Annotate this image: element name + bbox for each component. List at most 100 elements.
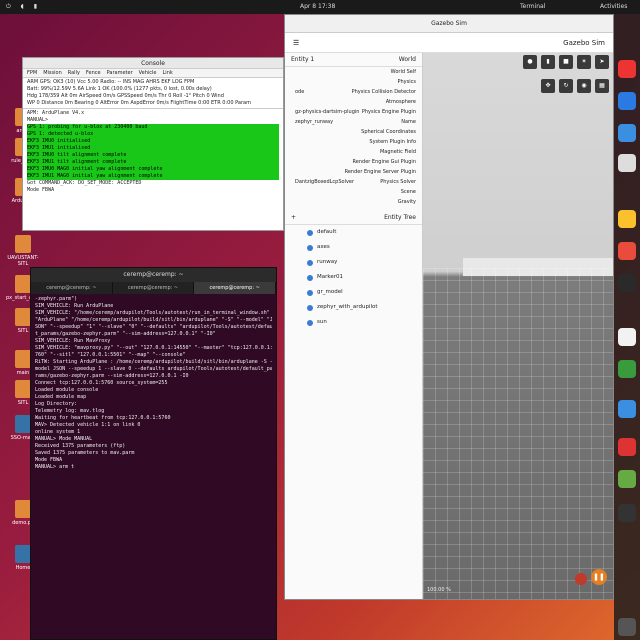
app-green-icon[interactable] (618, 360, 636, 378)
world-component-row[interactable]: World Self (285, 67, 422, 77)
activities-button[interactable]: Activities (600, 3, 627, 10)
terminal-line: "ArduPlane" "/home/ceremp/ardupilot/buil… (35, 317, 272, 323)
entity-tree: default axes runway Marker01 gr_model zephyr_… (285, 225, 422, 330)
chrome-icon[interactable] (618, 60, 636, 78)
entity-icon (307, 229, 313, 236)
component-label: Scene (400, 189, 416, 195)
system-tray-icons[interactable]: ⏻ ◖ ▮ (6, 3, 41, 11)
console-log: APM: ArduPlane V4.x MANUAL> GPS 1: probing… (23, 109, 283, 195)
software-icon[interactable] (618, 242, 636, 260)
menu-item[interactable]: Fence (86, 69, 101, 77)
top-bar: Activities Terminal Apr 8 17:38 ⏻ ◖ ▮ (0, 0, 640, 14)
real-time-factor: 100.00 % (427, 587, 451, 593)
world-component-row[interactable]: System Plugin Info (285, 137, 422, 147)
menu-item[interactable]: Parameter (107, 69, 133, 77)
desktop-item[interactable]: UAVUSTANT-SITL (6, 235, 40, 267)
entity-row[interactable]: Marker01 (285, 270, 422, 285)
terminal-line: Connect tcp:127.0.0.1:5760 source_system… (35, 380, 168, 386)
entity-label: zephyr_with_ardupilot (317, 304, 378, 310)
world-component-row[interactable]: Scene (285, 187, 422, 197)
vscode-icon[interactable] (618, 92, 636, 110)
stats-line: ARM GPS: OK3 (10) Vcc 5.00 Radio: -- INS… (27, 79, 195, 85)
terminal-line: rams/gazebo-zephyr.parm --sim-address=12… (35, 373, 189, 379)
world-component-row[interactable]: DantzigBoxedLcpSolver Physics Solver (285, 177, 422, 187)
step-button[interactable] (575, 573, 587, 585)
folder-icon (15, 308, 31, 326)
component-inspector-header: Entity 1 World (285, 53, 422, 67)
help-icon[interactable] (618, 400, 636, 418)
world-component-row[interactable]: Atmosphere (285, 97, 422, 107)
terminal-icon[interactable] (618, 274, 636, 292)
light-icon[interactable]: ✶ (577, 55, 591, 69)
select-icon[interactable]: ➤ (595, 55, 609, 69)
play-pause-button[interactable]: ❚❚ (591, 569, 607, 585)
gazebo-window[interactable]: Gazebo Sim ☰ Gazebo Sim Entity 1 World W… (284, 14, 614, 600)
world-component-row[interactable]: zephyr_runway Name (285, 117, 422, 127)
files-icon[interactable] (618, 124, 636, 142)
entity-label: axes (317, 244, 330, 250)
entity-row[interactable]: default (285, 225, 422, 240)
show-apps-icon[interactable] (618, 618, 636, 636)
world-component-row[interactable]: gz-physics-dartsim-plugin Physics Engine … (285, 107, 422, 117)
x-app-icon[interactable] (618, 438, 636, 456)
3d-scene[interactable]: ● ▮ ■ ✶ ➤ ✥ ↻ ◉ ▦ ❚❚ 100.00 % (423, 53, 613, 599)
component-label: Physics Solver (380, 179, 416, 185)
entity-row[interactable]: zephyr_with_ardupilot (285, 300, 422, 315)
menu-item[interactable]: Link (163, 69, 173, 77)
entity-row[interactable]: axes (285, 240, 422, 255)
cylinder-icon[interactable]: ▮ (541, 55, 555, 69)
world-component-row[interactable]: Gravity (285, 197, 422, 207)
component-value: zephyr_runway (295, 119, 334, 125)
terminal-output[interactable]: -zephyr.parm") SIM_VEHICLE: Run ArduPlane… (31, 294, 276, 473)
menu-icon[interactable]: ☰ (293, 39, 299, 47)
menu-item[interactable]: FPM (27, 69, 37, 77)
terminal-title: ceremp@ceremp: ~ (31, 268, 276, 282)
files-app-icon[interactable] (618, 210, 636, 228)
log-line: EKF3 IMU0 initialised (27, 138, 279, 145)
menu-item[interactable]: Mission (43, 69, 62, 77)
text-editor-icon[interactable] (618, 328, 636, 346)
entity-row[interactable]: sun (285, 315, 422, 330)
terminal-window[interactable]: ceremp@ceremp: ~ ceremp@ceremp: ~ ceremp… (30, 267, 277, 640)
entity-label: Marker01 (317, 274, 344, 280)
entity-row[interactable]: gr_model (285, 285, 422, 300)
entity-label: runway (317, 259, 338, 265)
terminal-line: Waiting for heartbeat from tcp:127.0.0.1… (35, 415, 171, 421)
world-components: World Self Physics ode Physics Collision De… (285, 67, 422, 207)
translate-icon[interactable]: ✥ (541, 79, 555, 93)
console-window[interactable]: Console FPM Mission Rally Fence Paramete… (22, 57, 284, 231)
grid-icon[interactable]: ▦ (595, 79, 609, 93)
sphere-icon[interactable]: ● (523, 55, 537, 69)
app-menu[interactable]: Terminal (520, 3, 545, 10)
component-label: Render Engine Server Plugin (344, 169, 416, 175)
entity-tree-title: Entity Tree (384, 214, 416, 221)
terminal-line: Loaded module console (35, 387, 99, 393)
component-label: Atmosphere (385, 99, 416, 105)
add-entity-icon[interactable]: + (291, 211, 296, 224)
terminal-tab[interactable]: ceremp@ceremp: ~ (194, 282, 277, 294)
terminal-line: RiTW: Starting ArduPlane : /home/ceremp/… (35, 359, 272, 365)
menu-item[interactable]: Vehicle (139, 69, 157, 77)
app-icon-3[interactable] (618, 504, 636, 522)
terminal-line: SIM_VEHICLE: "mavproxy.py" "--out" "127.… (35, 345, 272, 351)
camera-icon[interactable]: ◉ (577, 79, 591, 93)
world-component-row[interactable]: Render Engine Gui Plugin (285, 157, 422, 167)
box-icon[interactable]: ■ (559, 55, 573, 69)
console-menu: FPM Mission Rally Fence Parameter Vehicl… (23, 69, 283, 78)
app-icon[interactable] (618, 154, 636, 172)
world-component-row[interactable]: Spherical Coordinates (285, 127, 422, 137)
rotate-icon[interactable]: ↻ (559, 79, 573, 93)
world-component-row[interactable]: Physics (285, 77, 422, 87)
world-component-row[interactable]: Magnetic Field (285, 147, 422, 157)
terminal-line: Log Directory: (35, 401, 78, 407)
terminal-tab[interactable]: ceremp@ceremp: ~ (31, 282, 113, 294)
menu-item[interactable]: Rally (68, 69, 80, 77)
world-component-row[interactable]: ode Physics Collision Detector (285, 87, 422, 97)
entity-row[interactable]: runway (285, 255, 422, 270)
world-component-row[interactable]: Render Engine Server Plugin (285, 167, 422, 177)
terminal-line: model JSON --speedup 1 --slave 0 --defau… (35, 366, 272, 372)
clock[interactable]: Apr 8 17:38 (300, 3, 335, 10)
terminal-tab[interactable]: ceremp@ceremp: ~ (113, 282, 195, 294)
app-icon-2[interactable] (618, 470, 636, 488)
component-label: Magnetic Field (379, 149, 416, 155)
